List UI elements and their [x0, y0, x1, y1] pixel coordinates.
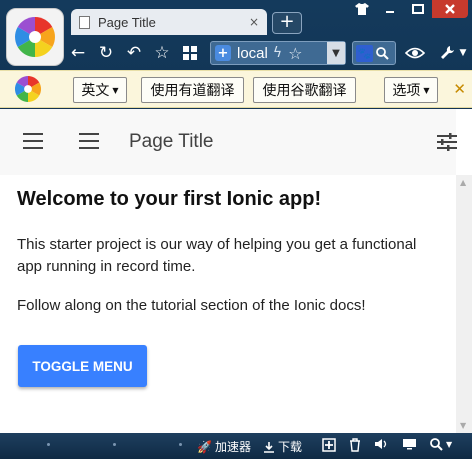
reload-icon: ↻ [98, 43, 114, 63]
back-button[interactable]: ← [66, 41, 90, 65]
favorite-icon: ☆ [154, 43, 170, 63]
translate-close-icon[interactable]: ✕ [453, 80, 466, 98]
browser-logo[interactable] [6, 8, 64, 66]
shirt-icon [355, 3, 369, 15]
app-viewport: Page Title Welcome to your first Ionic a… [0, 109, 472, 433]
main-content: Welcome to your first Ionic app! This st… [0, 175, 456, 433]
monitor-icon [403, 439, 416, 450]
scrollbar[interactable]: ▲ ▼ [456, 175, 472, 433]
browser-window: Page Title × + ← ↻ ↶ ☆ + local ϟ ☆ ▼ 🐾 ▼… [0, 0, 472, 459]
intro-text: This starter project is our way of helpi… [17, 236, 417, 275]
plus-box-icon [322, 438, 336, 452]
chevron-down-icon: ▼ [423, 85, 430, 95]
menu-icon[interactable] [23, 133, 43, 149]
trash-icon [350, 438, 360, 452]
translate-logo [12, 73, 44, 105]
skin-button[interactable] [348, 0, 376, 18]
favorite-button[interactable]: ☆ [150, 41, 174, 65]
minimize-button[interactable] [376, 0, 404, 18]
speaker-icon [375, 439, 387, 449]
undo-icon: ↶ [126, 43, 142, 63]
close-window-button[interactable] [432, 0, 468, 18]
status-bar: 🚀 加速器 下载 ▼ [0, 433, 472, 459]
bookmark-star-icon[interactable]: ☆ [288, 44, 302, 63]
search-box[interactable]: 🐾 [352, 41, 396, 65]
reload-button[interactable]: ↻ [94, 41, 118, 65]
chevron-down-icon: ▼ [112, 85, 119, 95]
accelerator-label: 加速器 [214, 440, 251, 454]
window-controls [348, 0, 468, 20]
options-icon[interactable] [436, 131, 458, 153]
status-dot [47, 443, 50, 446]
chevron-down-icon: ▼ [459, 48, 467, 58]
bolt-icon[interactable]: ϟ [273, 45, 282, 61]
scroll-up-icon[interactable]: ▲ [460, 178, 466, 187]
eye-icon [405, 47, 425, 59]
accelerator-button[interactable]: 🚀 加速器 [197, 438, 251, 455]
tab-active[interactable]: Page Title × [71, 9, 267, 35]
maximize-icon [412, 4, 424, 14]
settings-button[interactable]: ▼ [438, 42, 468, 64]
page-icon [79, 15, 90, 29]
screen-button[interactable] [402, 438, 417, 450]
security-icon: + [215, 45, 231, 61]
close-icon [445, 4, 455, 14]
scroll-down-icon[interactable]: ▼ [460, 421, 466, 430]
paw-icon[interactable]: 🐾 [356, 44, 373, 62]
wrench-icon [440, 46, 454, 59]
language-select[interactable]: 英文 ▼ [73, 77, 127, 103]
download-label: 下载 [278, 440, 303, 454]
maximize-button[interactable] [404, 0, 432, 18]
search-icon [430, 438, 443, 451]
app-header: Page Title [0, 109, 458, 175]
download-icon [264, 441, 274, 453]
back-icon: ← [70, 43, 86, 63]
volume-button[interactable] [374, 438, 388, 450]
apps-button[interactable] [178, 41, 202, 65]
new-tab-button[interactable]: + [272, 12, 302, 34]
url-text: local [237, 44, 268, 62]
download-button[interactable]: 下载 [263, 438, 302, 455]
status-dot [179, 443, 182, 446]
welcome-heading: Welcome to your first Ionic app! [17, 188, 322, 210]
apps-icon [183, 46, 197, 60]
address-bar[interactable]: + local ϟ ☆ ▼ [210, 41, 346, 65]
eye-button[interactable] [404, 42, 426, 64]
google-translate-button[interactable]: 使用谷歌翻译 [253, 77, 356, 103]
tutorial-text: Follow along on the tutorial section of … [17, 297, 366, 314]
browser-logo-icon [14, 75, 42, 103]
status-dot [113, 443, 116, 446]
tab-title: Page Title [98, 14, 156, 30]
url-dropdown-icon[interactable]: ▼ [327, 42, 345, 64]
search-icon[interactable] [376, 46, 389, 60]
add-button[interactable] [322, 438, 336, 452]
zoom-button[interactable]: ▼ [430, 438, 452, 451]
options-label: 选项 [392, 83, 421, 99]
undo-button[interactable]: ↶ [122, 41, 146, 65]
tab-close-icon[interactable]: × [249, 15, 259, 29]
trash-button[interactable] [349, 438, 361, 452]
minimize-icon [386, 11, 394, 13]
menu-icon[interactable] [79, 133, 99, 149]
youdao-translate-button[interactable]: 使用有道翻译 [141, 77, 244, 103]
chevron-down-icon: ▼ [446, 440, 453, 449]
options-select[interactable]: 选项 ▼ [384, 77, 438, 103]
language-label: 英文 [81, 83, 110, 99]
browser-logo-icon [15, 17, 55, 57]
toggle-menu-button[interactable]: TOGGLE MENU [18, 345, 147, 387]
page-title: Page Title [129, 131, 214, 152]
rocket-icon: 🚀 [197, 439, 212, 454]
translate-bar: 英文 ▼ 使用有道翻译 使用谷歌翻译 选项 ▼ ✕ [0, 70, 472, 108]
